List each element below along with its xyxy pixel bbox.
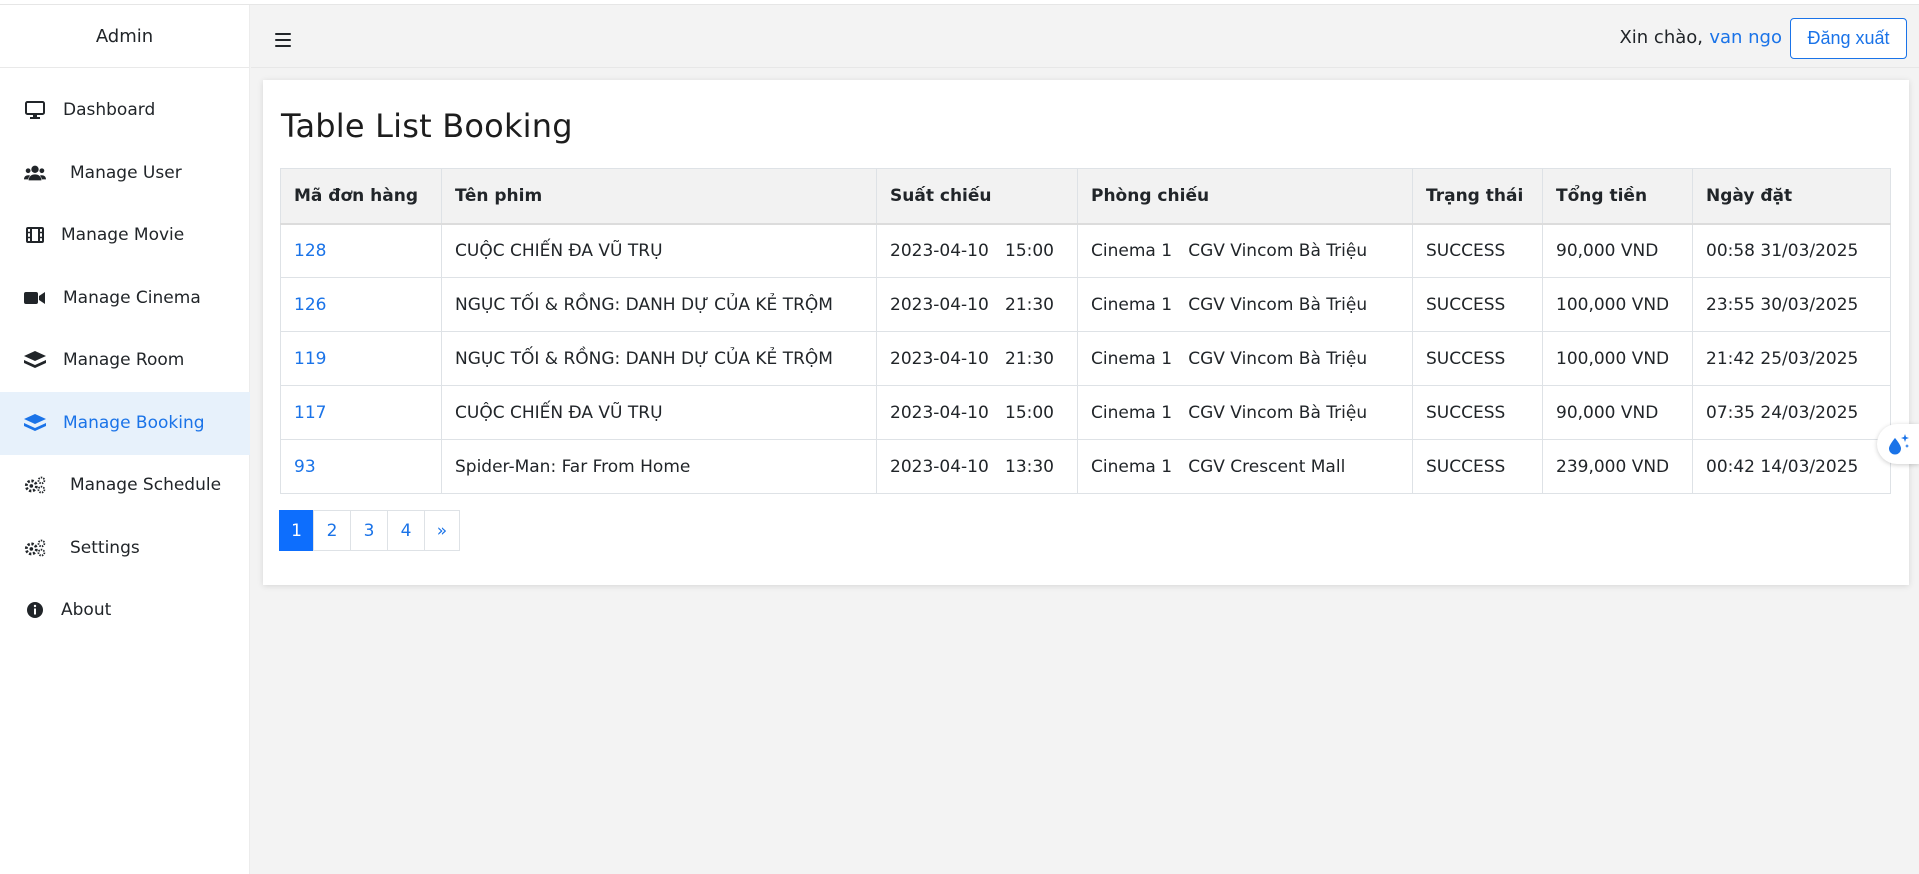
sidebar-item-manage-room[interactable]: Manage Room — [0, 329, 250, 392]
logout-button[interactable]: Đăng xuất — [1790, 18, 1907, 59]
sidebar-item-manage-user[interactable]: Manage User — [0, 142, 250, 205]
movie-cell: NGỤC TỐI & RỒNG: DANH DỰ CỦA KẺ TRỘM — [441, 331, 877, 386]
table-row: 117 CUỘC CHIẾN ĐA VŨ TRỤ 2023-04-10 15:0… — [280, 385, 1891, 440]
next-page-button[interactable]: » — [424, 510, 460, 551]
column-header: Trạng thái — [1412, 168, 1543, 225]
status-cell: SUCCESS — [1412, 223, 1543, 278]
sidebar-item-label: Manage Room — [63, 350, 185, 370]
table-header-row: Mã đơn hàng Tên phim Suất chiếu Phòng ch… — [280, 168, 1891, 225]
status-cell: SUCCESS — [1412, 385, 1543, 440]
date-cell: 21:42 25/03/2025 — [1692, 331, 1891, 386]
table-row: 126 NGỤC TỐI & RỒNG: DANH DỰ CỦA KẺ TRỘM… — [280, 277, 1891, 332]
total-cell: 90,000 VND — [1542, 385, 1693, 440]
column-header: Suất chiếu — [876, 168, 1078, 225]
sidebar-item-label: Manage Movie — [61, 225, 185, 245]
column-header: Tổng tiền — [1542, 168, 1693, 225]
page-button-2[interactable]: 2 — [313, 510, 351, 551]
date-cell: 23:55 30/03/2025 — [1692, 277, 1891, 332]
sidebar: Admin Dashboard Manage User Manage Movie… — [0, 5, 250, 874]
hamburger-menu-icon[interactable] — [275, 33, 291, 47]
total-cell: 239,000 VND — [1542, 439, 1693, 494]
column-header: Mã đơn hàng — [280, 168, 442, 225]
sidebar-item-manage-cinema[interactable]: Manage Cinema — [0, 267, 250, 330]
page-button-3[interactable]: 3 — [350, 510, 388, 551]
room-cell: Cinema 1 CGV Vincom Bà Triệu — [1077, 331, 1413, 386]
sidebar-item-settings[interactable]: Settings — [0, 517, 250, 580]
layers-icon — [24, 413, 46, 433]
sidebar-item-label: Settings — [70, 538, 140, 558]
status-cell: SUCCESS — [1412, 439, 1543, 494]
column-header: Tên phim — [441, 168, 877, 225]
showtime-cell: 2023-04-10 21:30 — [876, 277, 1078, 332]
page-button-4[interactable]: 4 — [387, 510, 425, 551]
sidebar-item-manage-booking[interactable]: Manage Booking — [0, 392, 250, 455]
total-cell: 100,000 VND — [1542, 277, 1693, 332]
room-cell: Cinema 1 CGV Vincom Bà Triệu — [1077, 277, 1413, 332]
movie-cell: CUỘC CHIẾN ĐA VŨ TRỤ — [441, 223, 877, 278]
booking-id-link[interactable]: 93 — [280, 439, 442, 494]
water-drop-sparkle-icon[interactable] — [1877, 424, 1919, 464]
film-icon — [24, 225, 46, 245]
date-cell: 00:58 31/03/2025 — [1692, 223, 1891, 278]
users-icon — [24, 163, 46, 183]
sidebar-item-label: Manage Booking — [63, 413, 205, 433]
sidebar-item-manage-movie[interactable]: Manage Movie — [0, 204, 250, 267]
column-header: Phòng chiếu — [1077, 168, 1413, 225]
sidebar-item-dashboard[interactable]: Dashboard — [0, 79, 250, 142]
sidebar-item-label: Manage Cinema — [63, 288, 201, 308]
sidebar-item-label: About — [61, 600, 112, 620]
monitor-icon — [24, 100, 46, 120]
total-cell: 90,000 VND — [1542, 223, 1693, 278]
booking-id-link[interactable]: 119 — [280, 331, 442, 386]
booking-card: Table List Booking Mã đơn hàng Tên phim … — [263, 80, 1909, 585]
video-camera-icon — [24, 288, 46, 308]
layers-icon — [24, 350, 46, 370]
status-cell: SUCCESS — [1412, 277, 1543, 332]
gears-icon — [24, 475, 46, 495]
sidebar-item-label: Manage Schedule — [70, 475, 222, 495]
brand-title: Admin — [0, 5, 249, 68]
status-cell: SUCCESS — [1412, 331, 1543, 386]
column-header: Ngày đặt — [1692, 168, 1891, 225]
date-cell: 07:35 24/03/2025 — [1692, 385, 1891, 440]
booking-table: Mã đơn hàng Tên phim Suất chiếu Phòng ch… — [280, 168, 1891, 494]
sidebar-item-label: Manage User — [70, 163, 182, 183]
pagination: 1 2 3 4 » — [279, 510, 460, 551]
room-cell: Cinema 1 CGV Crescent Mall — [1077, 439, 1413, 494]
movie-cell: NGỤC TỐI & RỒNG: DANH DỰ CỦA KẺ TRỘM — [441, 277, 877, 332]
page-title: Table List Booking — [281, 107, 573, 145]
booking-id-link[interactable]: 117 — [280, 385, 442, 440]
room-cell: Cinema 1 CGV Vincom Bà Triệu — [1077, 223, 1413, 278]
sidebar-item-manage-schedule[interactable]: Manage Schedule — [0, 454, 250, 517]
booking-id-link[interactable]: 126 — [280, 277, 442, 332]
page-button-1[interactable]: 1 — [279, 510, 314, 551]
greeting-text: Xin chào, — [1619, 27, 1703, 48]
movie-cell: CUỘC CHIẾN ĐA VŨ TRỤ — [441, 385, 877, 440]
top-header: Xin chào, van ngo Đăng xuất — [251, 5, 1919, 68]
showtime-cell: 2023-04-10 21:30 — [876, 331, 1078, 386]
table-row: 128 CUỘC CHIẾN ĐA VŨ TRỤ 2023-04-10 15:0… — [280, 223, 1891, 278]
showtime-cell: 2023-04-10 15:00 — [876, 385, 1078, 440]
showtime-cell: 2023-04-10 13:30 — [876, 439, 1078, 494]
sidebar-item-about[interactable]: About — [0, 579, 250, 642]
date-cell: 00:42 14/03/2025 — [1692, 439, 1891, 494]
info-circle-icon — [24, 600, 46, 620]
room-cell: Cinema 1 CGV Vincom Bà Triệu — [1077, 385, 1413, 440]
table-row: 93 Spider-Man: Far From Home 2023-04-10 … — [280, 439, 1891, 494]
booking-id-link[interactable]: 128 — [280, 223, 442, 278]
showtime-cell: 2023-04-10 15:00 — [876, 223, 1078, 278]
sidebar-item-label: Dashboard — [63, 100, 156, 120]
table-row: 119 NGỤC TỐI & RỒNG: DANH DỰ CỦA KẺ TRỘM… — [280, 331, 1891, 386]
username-link[interactable]: van ngo — [1709, 27, 1782, 48]
total-cell: 100,000 VND — [1542, 331, 1693, 386]
gears-icon — [24, 538, 46, 558]
movie-cell: Spider-Man: Far From Home — [441, 439, 877, 494]
